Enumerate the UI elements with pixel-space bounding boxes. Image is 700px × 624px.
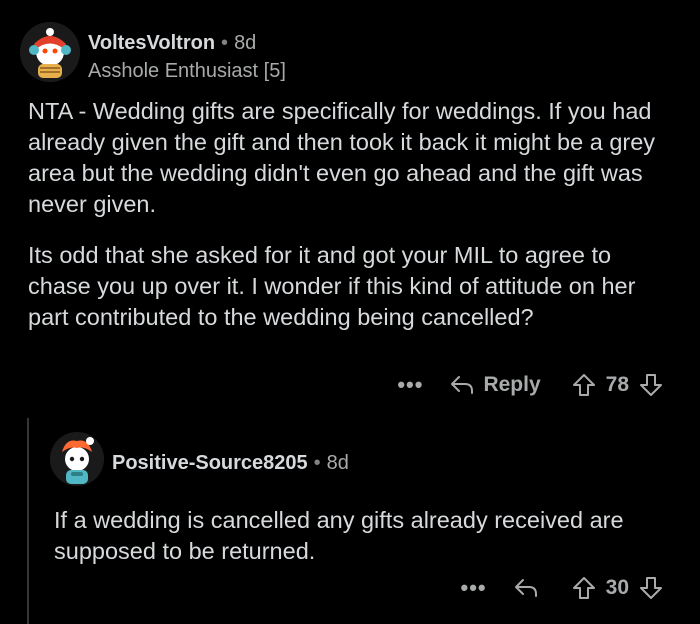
upvote-arrow-icon[interactable] — [571, 575, 597, 601]
vote-score: 78 — [605, 373, 629, 396]
upvote-arrow-icon[interactable] — [571, 372, 597, 398]
user-flair: Asshole Enthusiast [5] — [88, 60, 286, 82]
reply-label: Reply — [483, 373, 541, 396]
comment-actions: ••• 30 — [461, 572, 664, 604]
reply-button[interactable]: Reply — [449, 373, 541, 397]
vote-control: 78 — [571, 372, 664, 398]
reply-arrow-icon — [449, 374, 475, 396]
comment-actions: ••• Reply 78 — [397, 369, 664, 401]
username[interactable]: VoltesVoltron — [88, 32, 215, 54]
avatar[interactable] — [20, 22, 80, 82]
comment-body-paragraph: NTA - Wedding gifts are specifically for… — [28, 98, 656, 217]
name-line: Positive-Source8205 • 8d — [112, 450, 349, 476]
more-options-button[interactable]: ••• — [397, 372, 423, 398]
snoo-avatar-icon — [50, 432, 104, 486]
avatar[interactable] — [50, 432, 104, 486]
comment-body-paragraph: If a wedding is cancelled any gifts alre… — [54, 507, 624, 564]
separator-dot: • — [313, 452, 321, 474]
snoo-avatar-icon — [20, 22, 80, 82]
reply-button[interactable] — [513, 577, 539, 599]
comment-body-paragraph: Its odd that she asked for it and got yo… — [28, 242, 636, 330]
comment-meta: VoltesVoltron • 8d Asshole Enthusiast [5] — [88, 22, 286, 84]
username[interactable]: Positive-Source8205 — [112, 452, 308, 474]
separator-dot: • — [221, 32, 229, 54]
downvote-arrow-icon[interactable] — [638, 372, 664, 398]
comment-header: VoltesVoltron • 8d Asshole Enthusiast [5] — [20, 22, 286, 84]
comment-age: 8d — [326, 452, 349, 474]
comment-meta: Positive-Source8205 • 8d — [112, 432, 349, 476]
vote-control: 30 — [571, 575, 664, 601]
more-options-button[interactable]: ••• — [461, 575, 487, 601]
comment-age: 8d — [234, 32, 257, 54]
thread-line[interactable] — [27, 418, 29, 624]
vote-score: 30 — [605, 576, 629, 599]
downvote-arrow-icon[interactable] — [638, 575, 664, 601]
comment-header: Positive-Source8205 • 8d — [50, 432, 349, 486]
name-line: VoltesVoltron • 8d — [88, 30, 286, 56]
comment-top-level: VoltesVoltron • 8d Asshole Enthusiast [5] … — [0, 0, 700, 420]
reply-arrow-icon — [513, 577, 539, 599]
